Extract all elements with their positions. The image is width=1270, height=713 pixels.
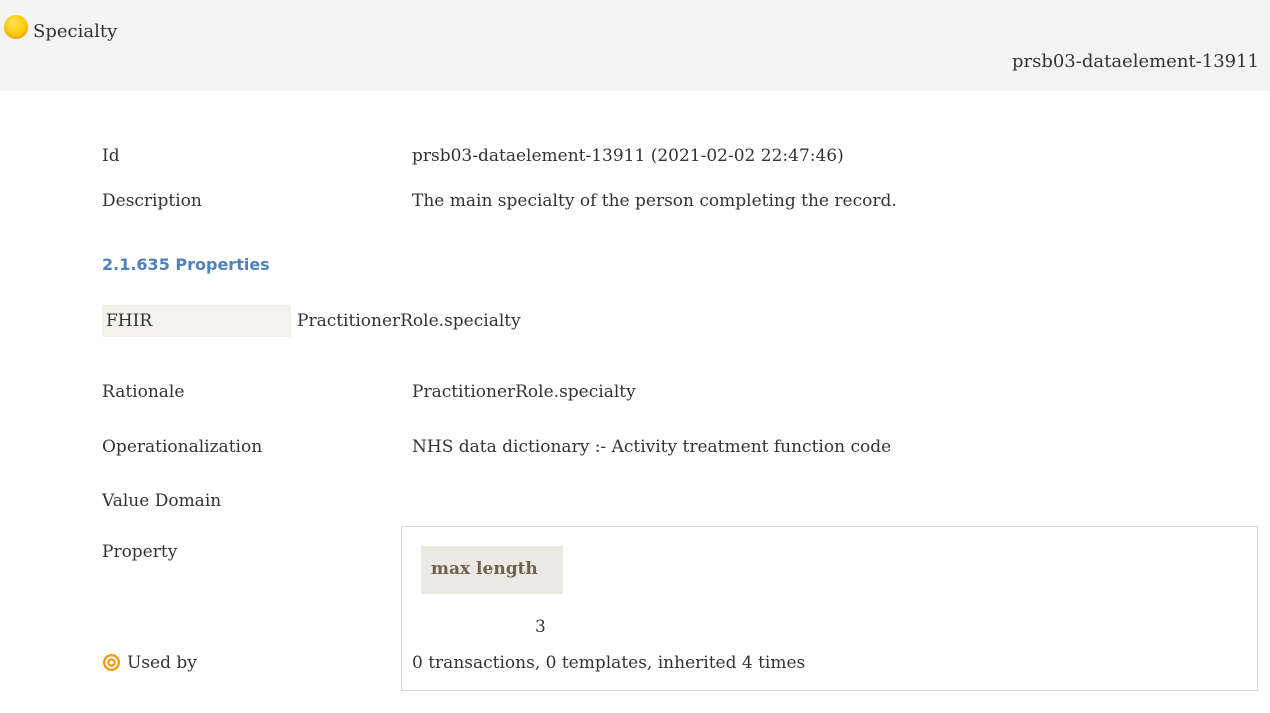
description-label: Description (102, 191, 202, 211)
value-domain-label: Value Domain (102, 491, 222, 511)
id-value: prsb03-dataelement-13911 (2021-02-02 22:… (412, 146, 844, 166)
property-table-value: 3 (535, 617, 546, 637)
element-title: Specialty (33, 21, 118, 42)
property-label: Property (102, 542, 178, 562)
fhir-value: PractitionerRole.specialty (297, 311, 521, 331)
rationale-label: Rationale (102, 382, 185, 402)
fhir-label: FHIR (102, 305, 291, 337)
operationalization-label: Operationalization (102, 437, 263, 457)
target-icon (102, 653, 121, 672)
property-table-header: max length (421, 546, 563, 594)
section-title: 2.1.635 Properties (102, 255, 270, 274)
status-dot-icon (4, 15, 28, 39)
rationale-value: PractitionerRole.specialty (412, 382, 636, 402)
element-id: prsb03-dataelement-13911 (1011, 51, 1259, 72)
element-header: Specialty prsb03-dataelement-13911 (0, 0, 1270, 91)
id-label: Id (102, 146, 120, 166)
description-value: The main specialty of the person complet… (412, 191, 897, 211)
operationalization-value: NHS data dictionary :- Activity treatmen… (412, 437, 892, 457)
used-by-label: Used by (127, 653, 197, 673)
used-by-value: 0 transactions, 0 templates, inherited 4… (412, 653, 806, 673)
